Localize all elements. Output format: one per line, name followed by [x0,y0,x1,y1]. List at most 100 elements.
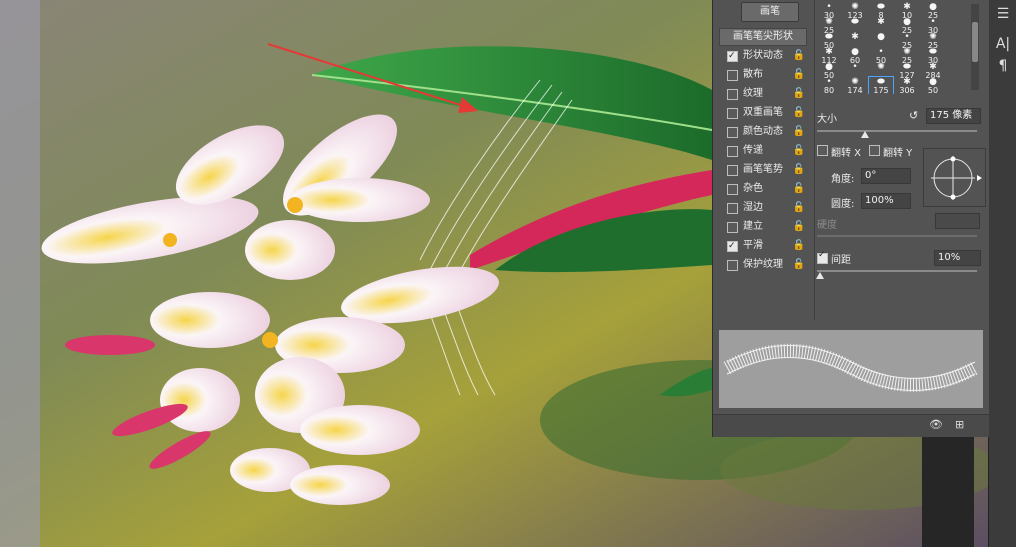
option-checkbox[interactable] [727,89,738,100]
panel-divider [814,0,815,320]
spacing-field[interactable]: 10% [934,250,981,266]
brush-angle-widget[interactable] [923,148,987,208]
roundness-field[interactable]: 100% [861,193,911,209]
brush-preset[interactable]: ● 50 [921,77,945,94]
brush-tip-icon: ✱ [851,32,859,42]
lock-icon[interactable]: 🔓 [793,66,805,83]
brush-option-row[interactable]: 散布 🔓 [721,66,807,83]
new-brush-icon[interactable]: ⊞ [955,418,964,431]
lock-icon[interactable]: 🔓 [793,85,805,102]
brush-preset[interactable]: ⬬ 175 [868,76,894,95]
lock-icon[interactable]: 🔓 [793,237,805,254]
option-checkbox[interactable] [727,48,738,65]
option-label: 画笔笔势 [743,164,783,175]
brush-settings-icon[interactable]: ☰ [993,4,1013,24]
character-icon[interactable]: A| [993,34,1013,54]
brush-tip-icon: • [852,62,858,72]
spacing-slider-track[interactable] [817,270,977,272]
paragraph-icon[interactable]: ¶ [993,56,1013,76]
option-label: 颜色动态 [743,126,783,137]
lock-icon[interactable]: 🔓 [793,180,805,197]
brush-option-row[interactable]: 形状动态 🔓 [721,47,807,65]
flip-y-label: 翻转 Y [883,148,913,159]
option-checkbox[interactable] [727,165,738,176]
brush-option-row[interactable]: 双重画笔 🔓 [721,104,807,121]
hardness-field [935,213,980,229]
right-icon-strip: ☰ A| ¶ [988,0,1016,547]
brush-option-row[interactable]: 湿边 🔓 [721,199,807,216]
hardness-label: 硬度 [817,220,837,231]
lock-icon[interactable]: 🔓 [793,256,805,273]
option-label: 湿边 [743,202,763,213]
option-checkbox[interactable] [727,203,738,214]
panel-bottom-bar: 👁 ⊞ [713,414,989,437]
brush-option-row[interactable]: 保护纹理 🔓 [721,256,807,273]
flip-x-checkbox[interactable] [817,145,828,156]
option-checkbox[interactable] [727,260,738,271]
brush-preset[interactable]: ✺ 174 [843,77,867,94]
flip-y-checkbox[interactable] [869,145,880,156]
flip-x-label: 翻转 X [831,148,862,159]
option-checkbox[interactable] [727,146,738,157]
brush-tip-icon: ✺ [877,62,885,72]
lock-icon[interactable]: 🔓 [793,104,805,121]
option-label: 双重画笔 [743,107,783,118]
brush-option-row[interactable]: 画笔笔势 🔓 [721,161,807,178]
brush-settings-panel: 画笔 画笔笔尖形状 形状动态🔓散布🔓纹理🔓双重画笔🔓颜色动态🔓传递🔓画笔笔势🔓杂… [712,0,989,437]
brush-option-row[interactable]: 建立 🔓 [721,218,807,235]
angle-field[interactable]: 0° [861,168,911,184]
option-label: 形状动态 [743,50,783,61]
presets-scrollbar[interactable] [971,4,979,90]
option-checkbox[interactable] [727,127,738,138]
option-checkbox[interactable] [727,222,738,233]
option-label: 保护纹理 [743,259,783,270]
lock-icon[interactable]: 🔓 [793,218,805,235]
lock-icon[interactable]: 🔓 [793,142,805,159]
lock-icon[interactable]: 🔓 [793,123,805,140]
option-checkbox[interactable] [727,184,738,195]
toggle-preview-icon[interactable]: 👁 [929,418,943,431]
option-checkbox[interactable] [727,238,738,255]
brush-preset[interactable]: ✱ 306 [895,77,919,94]
brush-option-row[interactable]: 传递 🔓 [721,142,807,159]
brush-tip-shape-button[interactable]: 画笔笔尖形状 [719,28,807,46]
preset-size: 306 [899,86,915,95]
brush-tip-icon: ✱ [877,17,885,27]
spacing-label: 间距 [831,255,851,266]
size-label: 大小 [817,114,837,125]
brush-option-row[interactable]: 颜色动态 🔓 [721,123,807,140]
size-slider-track[interactable] [817,130,977,132]
brush-option-row[interactable]: 杂色 🔓 [721,180,807,197]
hardness-slider-track [817,235,977,237]
option-label: 平滑 [743,240,763,251]
preset-size: 175 [873,86,889,95]
lock-icon[interactable]: 🔓 [793,161,805,178]
stroke-preview [719,330,983,408]
canvas-dark-region [922,437,974,547]
option-checkbox[interactable] [727,108,738,119]
option-checkbox[interactable] [727,70,738,81]
brush-button[interactable]: 画笔 [741,2,799,22]
reset-size-icon[interactable]: ↺ [909,109,918,122]
brush-tip-icon: ⬬ [851,17,859,27]
size-field[interactable]: 175 像素 [926,108,981,124]
option-label: 纹理 [743,88,763,99]
brush-option-row[interactable]: 纹理 🔓 [721,85,807,102]
option-label: 传递 [743,145,763,156]
preset-size: 80 [823,86,835,95]
brush-preset[interactable]: • 80 [817,77,841,94]
preset-size: 50 [927,86,939,95]
brush-tip-icon: ● [877,32,885,42]
roundness-label: 圆度: [831,199,855,210]
brush-presets-grid: • 30 ✺ 123 ⬬ 8 ✱ 10 ● 25 ✺ 25 ⬬ ✱ ● 25 • 30 ⬬ 50 ✱ ● • 25 ✺ 25 ✱ 11… [817,2,969,94]
spacing-checkbox[interactable] [817,250,828,264]
preset-size: 174 [847,86,863,95]
angle-label: 角度: [831,174,855,185]
size-slider-handle[interactable] [861,131,869,138]
lock-icon[interactable]: 🔓 [793,47,805,64]
brush-option-row[interactable]: 平滑 🔓 [721,237,807,255]
lock-icon[interactable]: 🔓 [793,199,805,216]
option-label: 建立 [743,221,763,232]
spacing-slider-handle[interactable] [816,272,825,279]
option-label: 散布 [743,69,763,80]
